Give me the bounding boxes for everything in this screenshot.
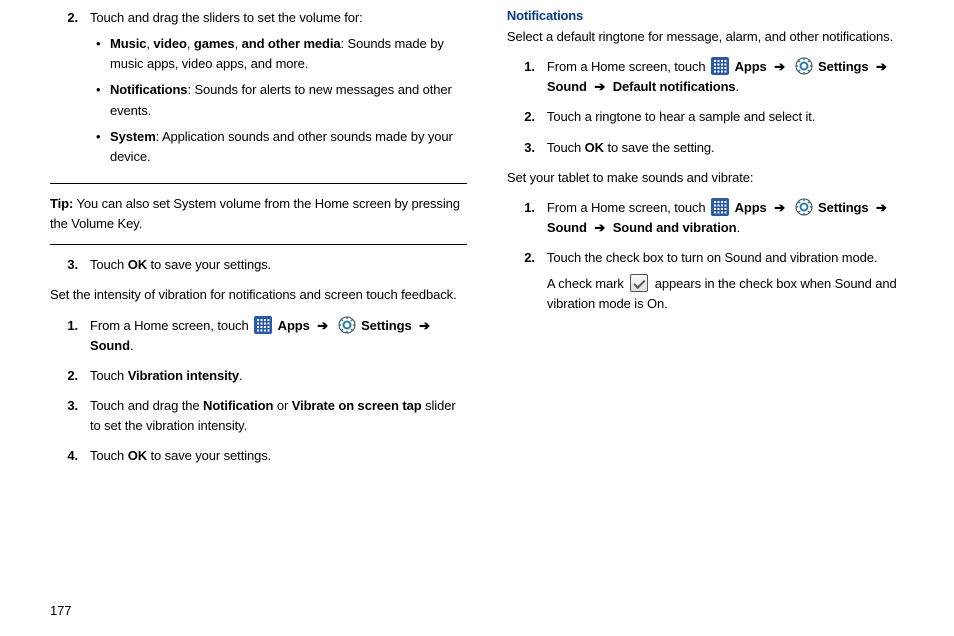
arrow-icon: ➔	[419, 318, 430, 333]
vib-step-3: 3. Touch and drag the Notification or Vi…	[50, 396, 467, 436]
notif-step-2: 2. Touch a ringtone to hear a sample and…	[507, 107, 904, 127]
arrow-icon: ➔	[774, 59, 785, 74]
arrow-icon: ➔	[317, 318, 328, 333]
settings-icon	[795, 198, 813, 216]
arrow-icon: ➔	[594, 79, 605, 94]
vibrate-step-1: 1. From a Home screen, touch Apps ➔ Sett…	[507, 198, 904, 238]
notifications-intro: Select a default ringtone for message, a…	[507, 27, 904, 47]
checkmark-note: A check mark appears in the check box wh…	[507, 274, 904, 314]
step-number: 2.	[50, 8, 78, 173]
step-number: 4.	[50, 446, 78, 466]
horizontal-rule	[50, 244, 467, 245]
vib-step-2: 2. Touch Vibration intensity.	[50, 366, 467, 386]
step-number: 3.	[50, 396, 78, 436]
apps-icon	[254, 316, 272, 334]
notif-step-1: 1. From a Home screen, touch Apps ➔ Sett…	[507, 57, 904, 97]
arrow-icon: ➔	[594, 220, 605, 235]
apps-icon	[711, 198, 729, 216]
checkmark-icon	[630, 274, 648, 292]
vib-step-1: 1. From a Home screen, touch Apps ➔ Sett…	[50, 316, 467, 356]
arrow-icon: ➔	[876, 200, 887, 215]
bullet-dot: •	[96, 80, 108, 120]
arrow-icon: ➔	[876, 59, 887, 74]
step-2-intro: Touch and drag the sliders to set the vo…	[90, 10, 363, 25]
tip-label: Tip:	[50, 196, 73, 211]
step-number: 1.	[507, 57, 535, 97]
step-number: 3.	[507, 138, 535, 158]
vib-step-4: 4. Touch OK to save your settings.	[50, 446, 467, 466]
step-2-volume-sliders: 2. Touch and drag the sliders to set the…	[50, 8, 467, 173]
step-number: 2.	[507, 107, 535, 127]
settings-icon	[338, 316, 356, 334]
vibrate-step-2: 2. Touch the check box to turn on Sound …	[507, 248, 904, 268]
tip-text: You can also set System volume from the …	[50, 196, 460, 231]
step-number: 1.	[50, 316, 78, 356]
step-3-save: 3. Touch OK to save your settings.	[50, 255, 467, 275]
bullet-dot: •	[96, 127, 108, 167]
page-number: 177	[50, 603, 71, 618]
step-number: 2.	[507, 248, 535, 268]
right-column: Notifications Select a default ringtone …	[507, 8, 904, 616]
horizontal-rule	[50, 183, 467, 184]
bullet-dot: •	[96, 34, 108, 74]
notif-step-3: 3. Touch OK to save the setting.	[507, 138, 904, 158]
step-number: 3.	[50, 255, 78, 275]
settings-icon	[795, 57, 813, 75]
bullet-system: • System: Application sounds and other s…	[90, 127, 467, 167]
left-column: 2. Touch and drag the sliders to set the…	[50, 8, 467, 616]
tip-block: Tip: You can also set System volume from…	[50, 194, 467, 234]
vibrate-intro: Set your tablet to make sounds and vibra…	[507, 168, 904, 188]
step-number: 1.	[507, 198, 535, 238]
apps-icon	[711, 57, 729, 75]
vibration-intro: Set the intensity of vibration for notif…	[50, 285, 467, 305]
notifications-heading: Notifications	[507, 8, 904, 23]
bullet-notifications: • Notifications: Sounds for alerts to ne…	[90, 80, 467, 120]
bullet-music: • Music, video, games, and other media: …	[90, 34, 467, 74]
step-number: 2.	[50, 366, 78, 386]
arrow-icon: ➔	[774, 200, 785, 215]
